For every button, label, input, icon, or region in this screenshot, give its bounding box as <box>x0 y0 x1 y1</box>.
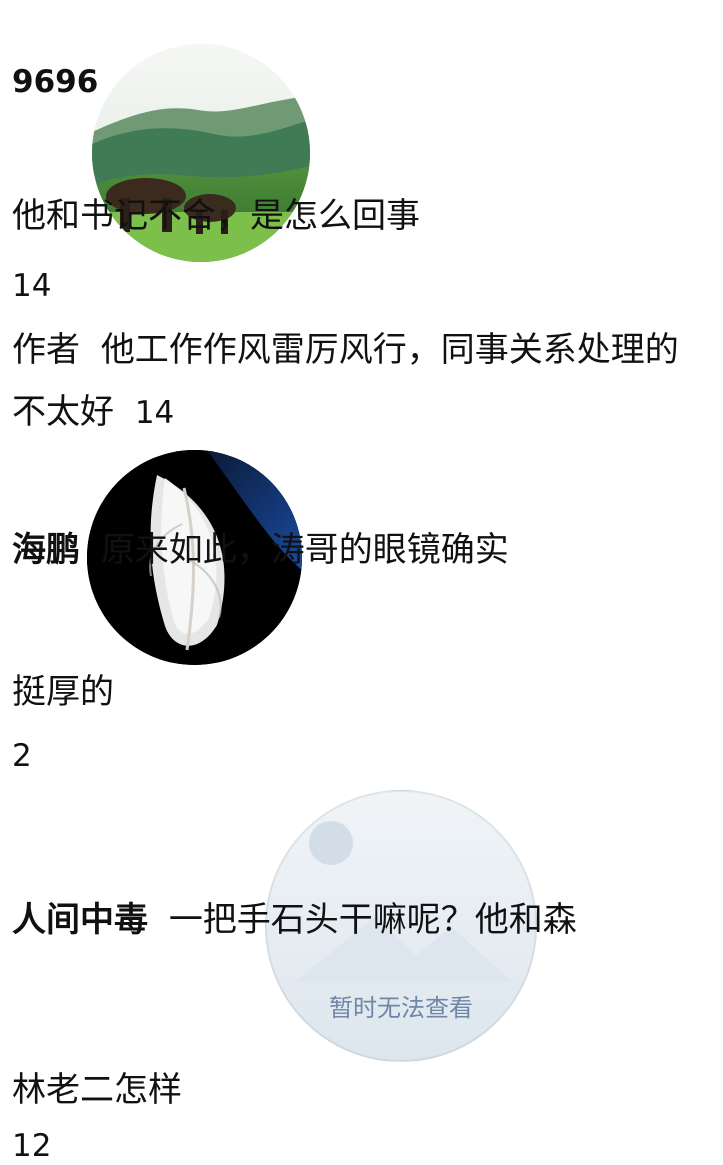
like-count[interactable]: 14 <box>12 268 51 305</box>
comment-text: 他工作作风雷厉风行，同事关系处理的 <box>100 330 679 370</box>
author-badge: 作者 <box>12 330 80 370</box>
like-count[interactable]: 2 <box>12 738 32 775</box>
comment-author-name[interactable]: 海鹏 <box>12 530 80 570</box>
comment-text-line: 海鹏 原来如此，涛哥的眼镜确实 <box>12 530 509 571</box>
comment-text: 林老二怎样 <box>12 1070 182 1110</box>
comment-text-line-2: 不太好 14 <box>12 392 174 433</box>
comment-text: 不太好 <box>12 392 114 432</box>
comment-author-name[interactable]: 9696 <box>12 64 98 101</box>
comment-text-line: 作者 他工作作风雷厉风行，同事关系处理的 <box>12 330 679 371</box>
like-count[interactable]: 14 <box>135 395 174 431</box>
placeholder-label: 暂时无法查看 <box>329 995 473 1022</box>
comment-author-name[interactable]: 人间中毒 <box>12 900 148 940</box>
comment-text: 他和书记不合，是怎么回事 <box>12 196 420 236</box>
comment-text: 挺厚的 <box>12 672 114 712</box>
comment-text-line: 人间中毒 一把手石头干嘛呢？他和森 <box>12 900 577 941</box>
like-count[interactable]: 12 <box>12 1128 51 1165</box>
comment-text: 一把手石头干嘛呢？他和森 <box>168 900 577 940</box>
comment-text: 原来如此，涛哥的眼镜确实 <box>100 530 509 570</box>
